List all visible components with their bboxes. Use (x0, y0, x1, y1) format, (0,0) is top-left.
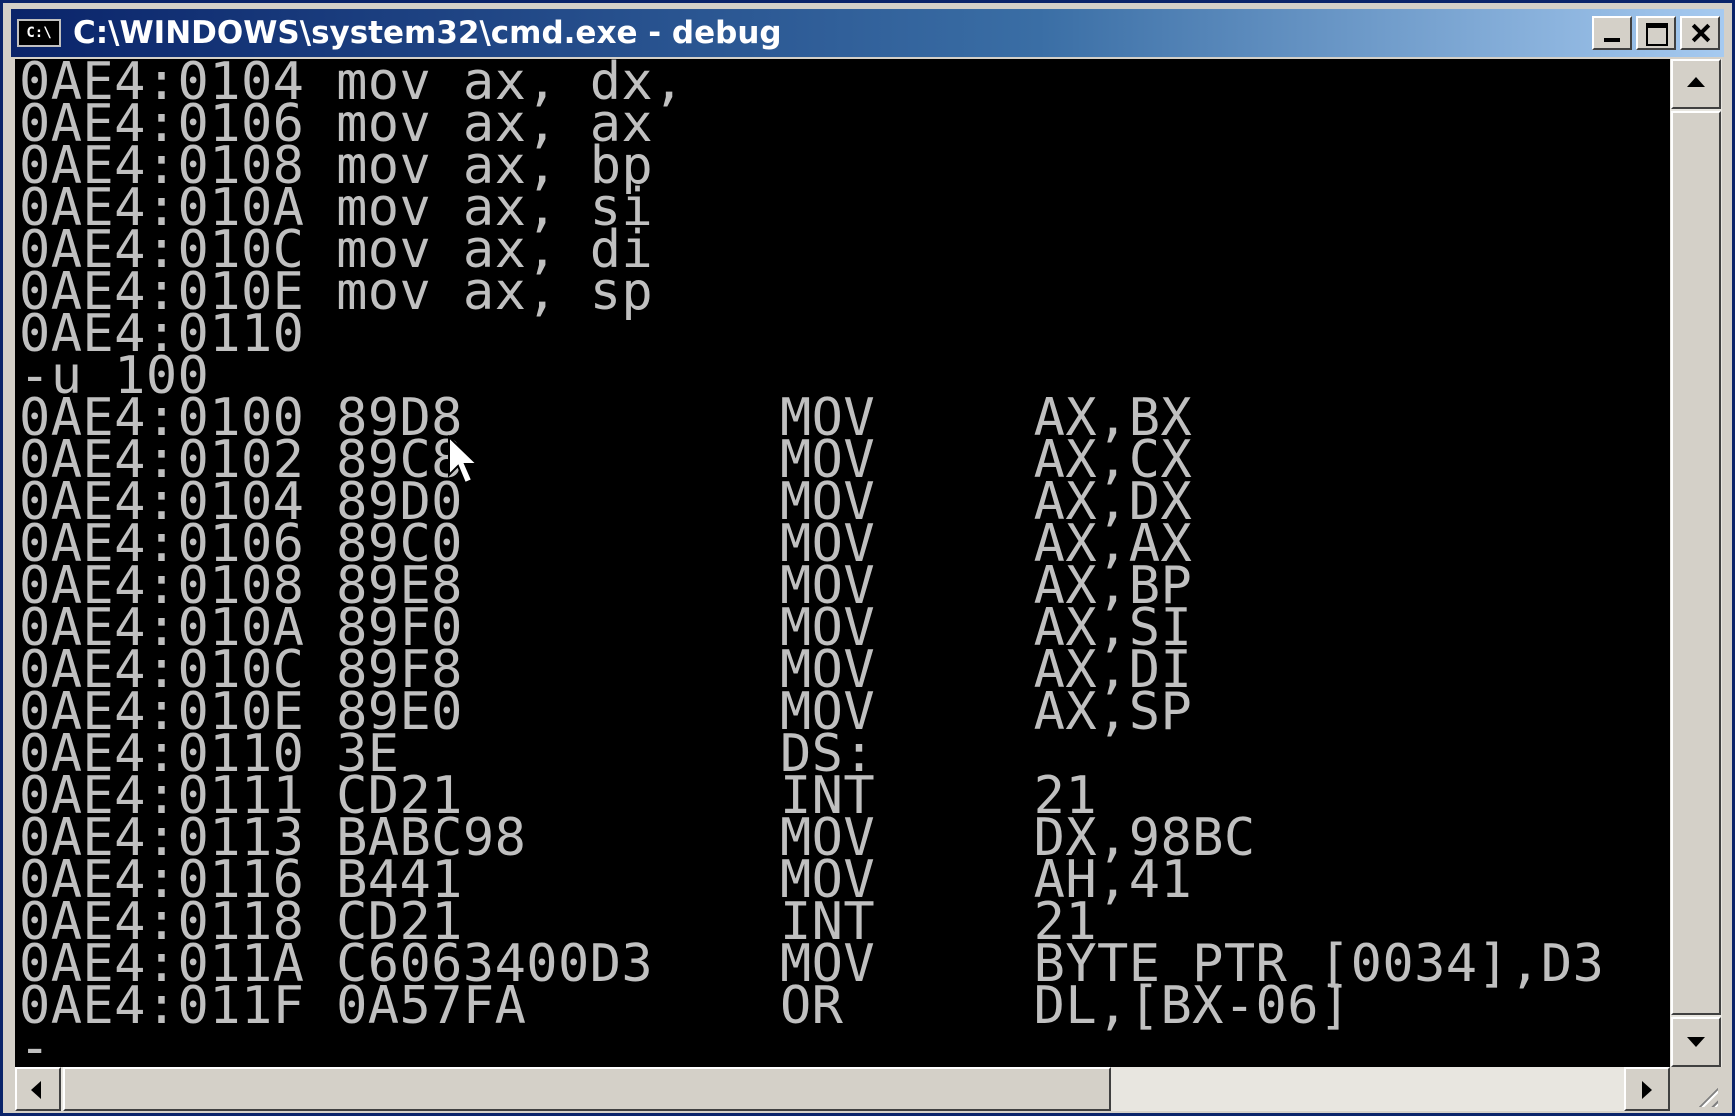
horizontal-scroll-thumb[interactable] (63, 1067, 1111, 1111)
scroll-right-button[interactable] (1624, 1067, 1670, 1111)
window-title: C:\WINDOWS\system32\cmd.exe - debug (73, 15, 782, 51)
console-text: 0AE4:0104 mov ax, dx, 0AE4:0106 mov ax, a… (15, 59, 1670, 1067)
cmd-app-icon[interactable]: C:\ (17, 19, 61, 47)
vertical-scroll-thumb[interactable] (1671, 111, 1721, 1015)
minimize-button[interactable] (1592, 16, 1632, 50)
scroll-up-button[interactable] (1671, 59, 1721, 109)
cmd-window: C:\ C:\WINDOWS\system32\cmd.exe - debug … (0, 0, 1735, 1116)
scroll-down-button[interactable] (1671, 1017, 1721, 1067)
mouse-pointer-icon (448, 435, 480, 485)
title-bar[interactable]: C:\ C:\WINDOWS\system32\cmd.exe - debug (11, 9, 1724, 57)
console-output[interactable]: 0AE4:0104 mov ax, dx, 0AE4:0106 mov ax, a… (15, 59, 1670, 1067)
close-button[interactable] (1680, 16, 1720, 50)
horizontal-scrollbar[interactable] (15, 1067, 1670, 1111)
vertical-scrollbar[interactable] (1670, 59, 1722, 1067)
console-line: 0AE4:0110 (19, 304, 305, 364)
maximize-button[interactable] (1636, 16, 1676, 50)
scroll-left-button[interactable] (15, 1067, 61, 1111)
resize-grip-icon[interactable] (1670, 1067, 1722, 1111)
